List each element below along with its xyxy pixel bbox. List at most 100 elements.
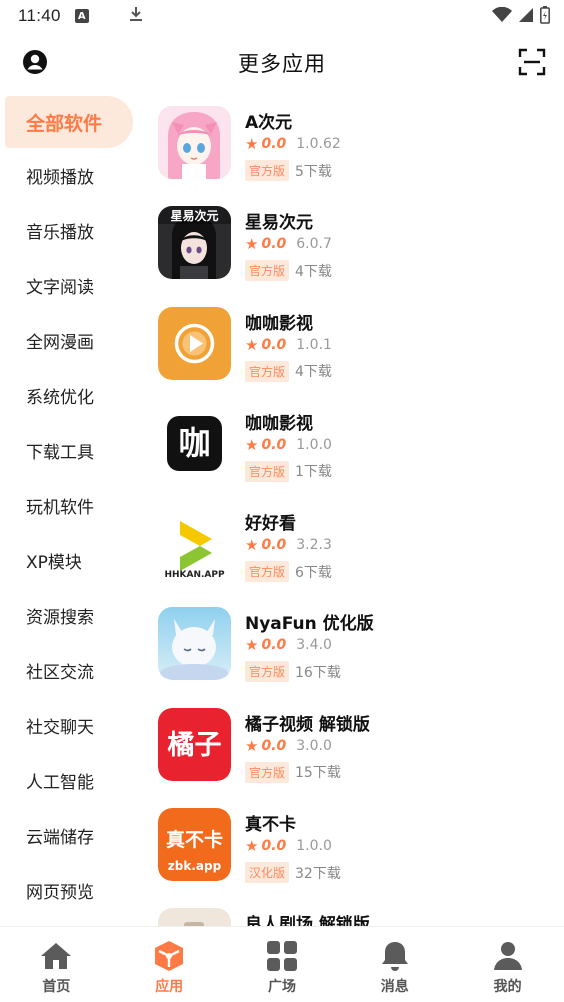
edition-badge: 官方版 [245,160,290,181]
download-count: 4下载 [295,263,332,280]
download-count: 15下载 [295,765,341,782]
download-count: 6下载 [295,564,332,581]
app-tags: 官方版 4下载 [245,260,332,282]
nav-label: 首页 [42,979,71,995]
download-count: 16下载 [295,664,341,681]
category-web-preview[interactable]: 网页预览 [0,863,140,918]
app-version: 1.0.0 [296,436,332,453]
juzi-logo-icon: 橘子 [158,707,231,781]
category-video-playback[interactable]: 视频播放 [0,148,140,203]
bottom-nav: 首页 应用 广场 消息 我的 [0,926,564,1002]
star-icon: ★ [245,736,259,755]
app-rating: 0.0 [261,637,287,654]
status-bar: 11:40 A [0,0,564,32]
wifi-icon [492,7,512,22]
icon-text: 咖 [178,424,210,462]
app-tags: 官方版 4下载 [245,360,332,382]
app-name: 星易次元 [245,213,313,234]
edition-badge: 官方版 [245,661,290,683]
nav-label: 我的 [493,979,522,995]
app-name: 真不卡 [245,815,296,836]
list-item[interactable]: 良人剧场 解锁版 [156,902,556,926]
category-music-playback[interactable]: 音乐播放 [0,203,140,258]
app-name: 良人剧场 解锁版 [245,915,370,926]
app-rating: 0.0 [261,336,287,353]
app-list: A次元 ★ 0.0 1.0.62 官方版 5下载 星易次元 星易次元 ★ 0.0… [156,100,556,926]
ka-logo-icon: 咖 [158,406,231,480]
download-count: 1下载 [295,464,332,481]
top-app-bar: 更多应用 [0,40,564,86]
nav-label: 消息 [380,979,409,995]
list-item[interactable]: 真不卡 zbk.app 真不卡 ★ 0.0 1.0.0 汉化版 32下载 [156,802,556,902]
download-count: 4下载 [295,364,332,381]
app-tags: 官方版 5下载 [245,160,332,181]
app-name: 咖咖影视 [245,413,313,434]
status-time: 11:40 [18,6,61,25]
list-item[interactable]: 咖咖影视 ★ 0.0 1.0.1 官方版 4下载 [156,301,556,401]
category-social-chat[interactable]: 社交聊天 [0,698,140,753]
app-name: 橘子视频 解锁版 [245,714,370,735]
star-icon: ★ [245,536,259,555]
partial-app-icon [158,908,231,926]
nav-square[interactable]: 广场 [226,927,339,1002]
category-download-tools[interactable]: 下载工具 [0,423,140,478]
app-rating: 0.0 [261,838,287,855]
zbk-logo-icon: 真不卡 zbk.app [158,808,231,882]
edition-badge: 官方版 [245,761,290,783]
icon-subtext: zbk.app [168,859,222,873]
app-rating: 0.0 [261,436,287,453]
list-item[interactable]: 咖 咖咖影视 ★ 0.0 1.0.0 官方版 1下载 [156,401,556,501]
list-item[interactable]: 橘子 橘子视频 解锁版 ★ 0.0 3.0.0 官方版 15下载 [156,702,556,802]
app-version: 3.0.0 [296,737,332,754]
list-item[interactable]: A次元 ★ 0.0 1.0.62 官方版 5下载 [156,100,556,200]
app-tags: 官方版 1下载 [245,460,332,482]
nav-mine[interactable]: 我的 [451,927,564,1002]
app-name: 好好看 [245,514,296,535]
app-rating: 0.0 [261,236,287,253]
app-rating: 0.0 [261,136,287,152]
app-rating: 0.0 [261,737,287,754]
category-all-software[interactable]: 全部软件 [5,96,133,148]
star-icon: ★ [245,335,259,354]
list-item[interactable]: NyaFun 优化版 ★ 0.0 3.4.0 官方版 16下载 [156,601,556,701]
play-circle-icon [158,306,231,380]
app-tags: 官方版 6下载 [245,561,332,583]
nav-messages[interactable]: 消息 [338,927,451,1002]
category-phone-tweaks[interactable]: 玩机软件 [0,478,140,533]
category-cloud-storage[interactable]: 云端储存 [0,808,140,863]
list-item[interactable]: HHKAN.APP 好好看 ★ 0.0 3.2.3 官方版 6下载 [156,501,556,601]
white-cat-icon [158,607,231,681]
category-resource-search[interactable]: 资源搜索 [0,588,140,643]
nav-apps[interactable]: 应用 [113,927,226,1002]
category-comics[interactable]: 全网漫画 [0,313,140,368]
edition-badge: 官方版 [245,460,290,482]
category-ai[interactable]: 人工智能 [0,753,140,808]
edition-badge: 官方版 [245,360,290,382]
scan-icon[interactable] [518,48,546,76]
app-cube-icon [155,941,184,971]
app-meta: ★ 0.0 1.0.1 [245,336,332,354]
category-community[interactable]: 社区交流 [0,643,140,698]
app-version: 6.0.7 [296,236,332,253]
account-avatar-icon[interactable] [22,49,48,75]
edition-badge: 汉化版 [245,862,290,884]
nav-label: 广场 [267,979,296,995]
category-system-optimize[interactable]: 系统优化 [0,368,140,423]
download-icon [129,6,143,27]
category-sidebar: 全部软件 视频播放 音乐播放 文字阅读 全网漫画 系统优化 下载工具 玩机软件 … [0,96,140,918]
app-version: 1.0.0 [296,838,332,855]
app-meta: ★ 0.0 3.0.0 [245,737,332,755]
icon-text: 橘子 [168,730,222,761]
category-xp-modules[interactable]: XP模块 [0,533,140,588]
app-tags: 官方版 16下载 [245,661,341,683]
nav-home[interactable]: 首页 [0,927,113,1002]
status-icons [492,6,550,24]
app-tags: 官方版 15下载 [245,761,341,783]
hhkan-logo-icon: HHKAN.APP [158,507,231,581]
star-icon: ★ [245,636,259,655]
category-text-reading[interactable]: 文字阅读 [0,258,140,313]
app-meta: ★ 0.0 1.0.62 [245,135,341,153]
list-item[interactable]: 星易次元 星易次元 ★ 0.0 6.0.7 官方版 4下载 [156,200,556,300]
app-meta: ★ 0.0 6.0.7 [245,235,332,253]
download-count: 32下载 [295,865,341,882]
